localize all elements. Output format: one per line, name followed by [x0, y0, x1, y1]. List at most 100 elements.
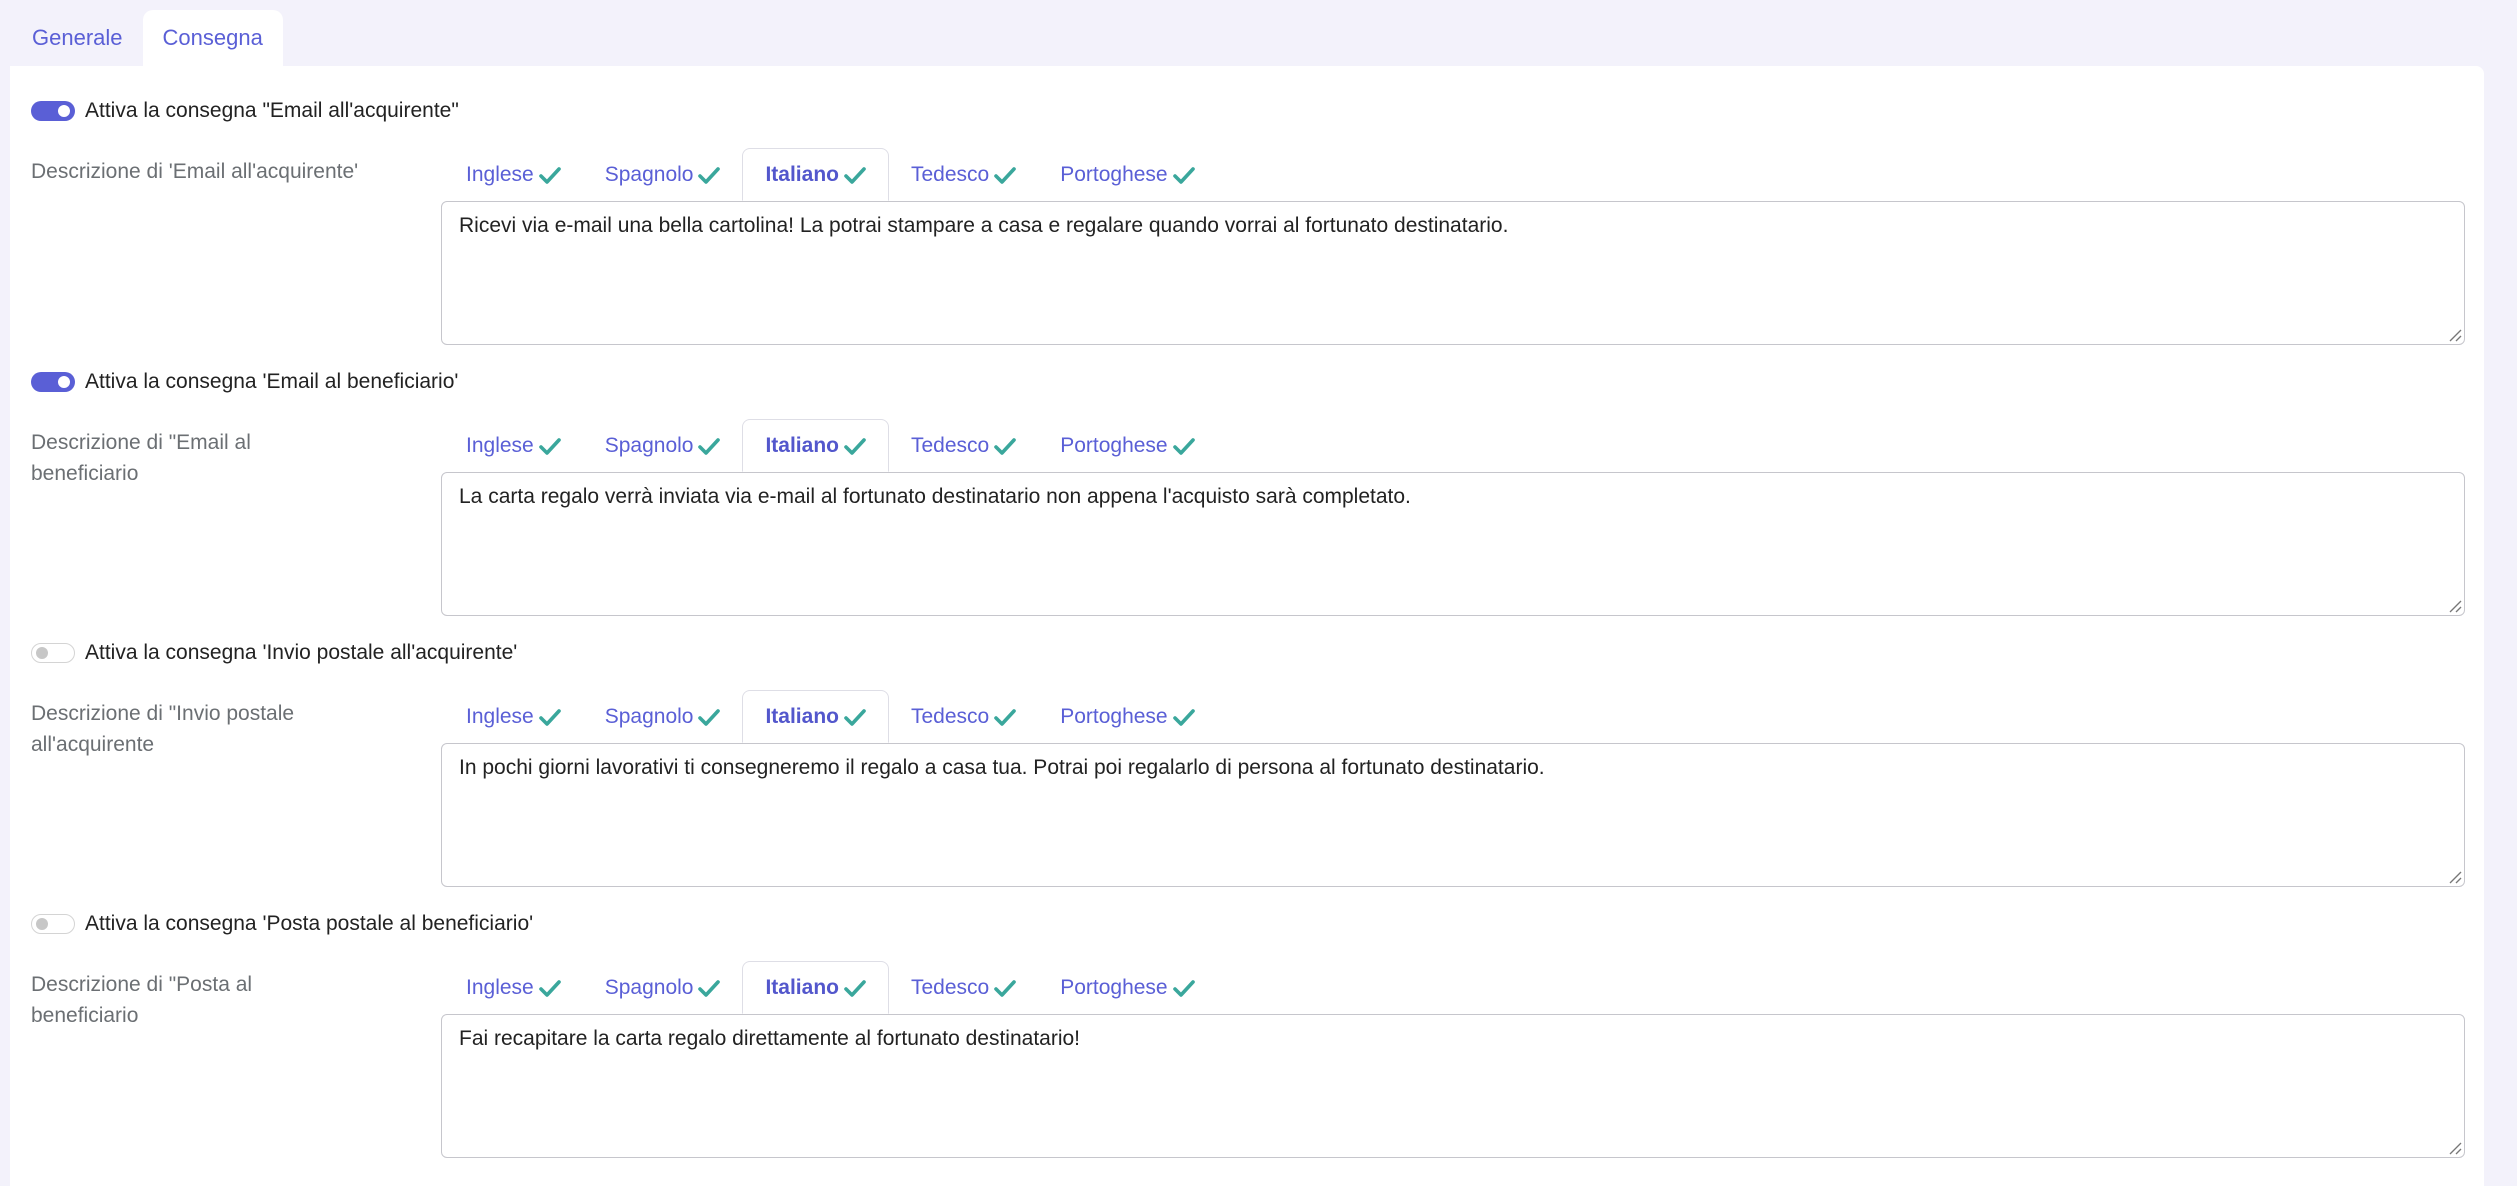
- lang-tab-label: Tedesco: [910, 975, 990, 999]
- lang-tab-portoghese[interactable]: Portoghese: [1038, 961, 1216, 1014]
- lang-tab-portoghese[interactable]: Portoghese: [1038, 148, 1216, 201]
- lang-tab-italiano[interactable]: Italiano: [742, 419, 889, 472]
- description-label: Descrizione di "Email al beneficiario: [31, 431, 251, 485]
- checkmark-icon: [844, 708, 866, 726]
- lang-tab-label: Tedesco: [910, 433, 990, 457]
- description-label: Descrizione di "Invio postale all'acquir…: [31, 702, 295, 756]
- checkmark-icon: [994, 708, 1017, 726]
- tab-generale[interactable]: Generale: [12, 10, 143, 66]
- lang-tab-label: Inglese: [466, 975, 534, 999]
- main-tab-bar: Generale Consegna: [12, 10, 283, 66]
- checkmark-icon: [994, 166, 1017, 184]
- description-textarea[interactable]: Ricevi via e-mail una bella cartolina! L…: [441, 201, 2465, 345]
- delivery-section-4: Attiva la consegna 'Posta postale al ben…: [10, 879, 2484, 1158]
- lang-tab-label: Portoghese: [1060, 162, 1168, 186]
- toggle-label: Attiva la consegna 'Posta postale al ben…: [85, 912, 534, 935]
- checkmark-icon: [698, 708, 721, 726]
- lang-tab-italiano[interactable]: Italiano: [742, 961, 889, 1014]
- delivery-toggle-3[interactable]: [31, 643, 75, 663]
- delivery-panel: Attiva la consegna "Email all'acquirente…: [10, 66, 2484, 1186]
- checkmark-icon: [1172, 437, 1195, 455]
- delivery-toggle-2[interactable]: [31, 372, 75, 392]
- lang-tab-portoghese[interactable]: Portoghese: [1038, 419, 1216, 472]
- checkmark-icon: [1172, 166, 1195, 184]
- lang-tab-inglese[interactable]: Inglese: [444, 419, 583, 472]
- delivery-section-1: Attiva la consegna "Email all'acquirente…: [10, 66, 2484, 345]
- description-textarea[interactable]: La carta regalo verrà inviata via e-mail…: [441, 472, 2465, 616]
- textarea-value: In pochi giorni lavorativi ti consegnere…: [459, 756, 1545, 779]
- lang-tab-label: Inglese: [466, 162, 534, 186]
- lang-tab-portoghese[interactable]: Portoghese: [1038, 690, 1216, 743]
- lang-tab-tedesco[interactable]: Tedesco: [889, 419, 1038, 472]
- textarea-value: La carta regalo verrà inviata via e-mail…: [459, 485, 1411, 508]
- lang-tab-spagnolo[interactable]: Spagnolo: [583, 690, 743, 743]
- lang-tab-italiano[interactable]: Italiano: [742, 148, 889, 201]
- lang-tab-label: Inglese: [466, 433, 534, 457]
- checkmark-icon: [538, 437, 561, 455]
- lang-tab-label: Portoghese: [1060, 704, 1168, 728]
- toggle-row: Attiva la consegna "Email all'acquirente…: [31, 94, 459, 128]
- lang-tab-label: Italiano: [765, 975, 839, 999]
- lang-tab-label: Spagnolo: [604, 433, 694, 457]
- checkmark-icon: [844, 979, 866, 997]
- lang-tab-tedesco[interactable]: Tedesco: [889, 690, 1038, 743]
- language-tabs: Inglese Spagnolo Italiano Tedesco Portoghese: [444, 961, 1217, 1014]
- lang-tab-label: Spagnolo: [604, 704, 694, 728]
- delivery-section-3: Attiva la consegna 'Invio postale all'ac…: [10, 608, 2484, 887]
- lang-tab-inglese[interactable]: Inglese: [444, 690, 583, 743]
- delivery-toggle-1[interactable]: [31, 101, 75, 121]
- toggle-row: Attiva la consegna 'Email al beneficiari…: [31, 365, 458, 399]
- checkmark-icon: [994, 979, 1017, 997]
- language-tabs: Inglese Spagnolo Italiano Tedesco Portoghese: [444, 690, 1217, 743]
- lang-tab-inglese[interactable]: Inglese: [444, 961, 583, 1014]
- checkmark-icon: [698, 437, 721, 455]
- description-textarea[interactable]: In pochi giorni lavorativi ti consegnere…: [441, 743, 2465, 887]
- toggle-row: Attiva la consegna 'Invio postale all'ac…: [31, 636, 517, 670]
- lang-tab-label: Spagnolo: [604, 975, 694, 999]
- toggle-label: Attiva la consegna "Email all'acquirente…: [85, 99, 459, 122]
- lang-tab-label: Italiano: [765, 433, 839, 457]
- checkmark-icon: [538, 708, 561, 726]
- checkmark-icon: [1172, 979, 1195, 997]
- resize-grip-icon[interactable]: [2446, 1139, 2462, 1155]
- delivery-toggle-4[interactable]: [31, 914, 75, 934]
- textarea-value: Ricevi via e-mail una bella cartolina! L…: [459, 214, 1509, 237]
- toggle-knob: [58, 105, 70, 117]
- toggle-knob: [58, 376, 70, 388]
- language-tabs: Inglese Spagnolo Italiano Tedesco Portoghese: [444, 419, 1217, 472]
- checkmark-icon: [844, 437, 866, 455]
- description-textarea[interactable]: Fai recapitare la carta regalo direttame…: [441, 1014, 2465, 1158]
- description-label: Descrizione di 'Email all'acquirente': [31, 160, 359, 183]
- checkmark-icon: [698, 166, 721, 184]
- checkmark-icon: [844, 166, 866, 184]
- lang-tab-spagnolo[interactable]: Spagnolo: [583, 148, 743, 201]
- tab-consegna[interactable]: Consegna: [142, 10, 283, 66]
- toggle-knob: [36, 918, 48, 930]
- lang-tab-tedesco[interactable]: Tedesco: [889, 148, 1038, 201]
- lang-tab-label: Inglese: [466, 704, 534, 728]
- lang-tab-label: Tedesco: [910, 704, 990, 728]
- checkmark-icon: [994, 437, 1017, 455]
- toggle-row: Attiva la consegna 'Posta postale al ben…: [31, 907, 533, 941]
- lang-tab-label: Italiano: [765, 162, 839, 186]
- checkmark-icon: [1172, 708, 1195, 726]
- textarea-value: Fai recapitare la carta regalo direttame…: [459, 1027, 1081, 1050]
- toggle-knob: [36, 647, 48, 659]
- lang-tab-label: Portoghese: [1060, 975, 1168, 999]
- lang-tab-label: Tedesco: [910, 162, 990, 186]
- lang-tab-label: Portoghese: [1060, 433, 1168, 457]
- lang-tab-spagnolo[interactable]: Spagnolo: [583, 961, 743, 1014]
- description-label: Descrizione di "Posta al beneficiario: [31, 973, 253, 1027]
- toggle-label: Attiva la consegna 'Email al beneficiari…: [85, 370, 459, 393]
- lang-tab-italiano[interactable]: Italiano: [742, 690, 889, 743]
- checkmark-icon: [538, 166, 561, 184]
- language-tabs: Inglese Spagnolo Italiano Tedesco Portoghese: [444, 148, 1217, 201]
- lang-tab-spagnolo[interactable]: Spagnolo: [583, 419, 743, 472]
- lang-tab-tedesco[interactable]: Tedesco: [889, 961, 1038, 1014]
- lang-tab-inglese[interactable]: Inglese: [444, 148, 583, 201]
- delivery-section-2: Attiva la consegna 'Email al beneficiari…: [10, 337, 2484, 616]
- lang-tab-label: Spagnolo: [604, 162, 694, 186]
- checkmark-icon: [538, 979, 561, 997]
- checkmark-icon: [698, 979, 721, 997]
- toggle-label: Attiva la consegna 'Invio postale all'ac…: [85, 641, 518, 664]
